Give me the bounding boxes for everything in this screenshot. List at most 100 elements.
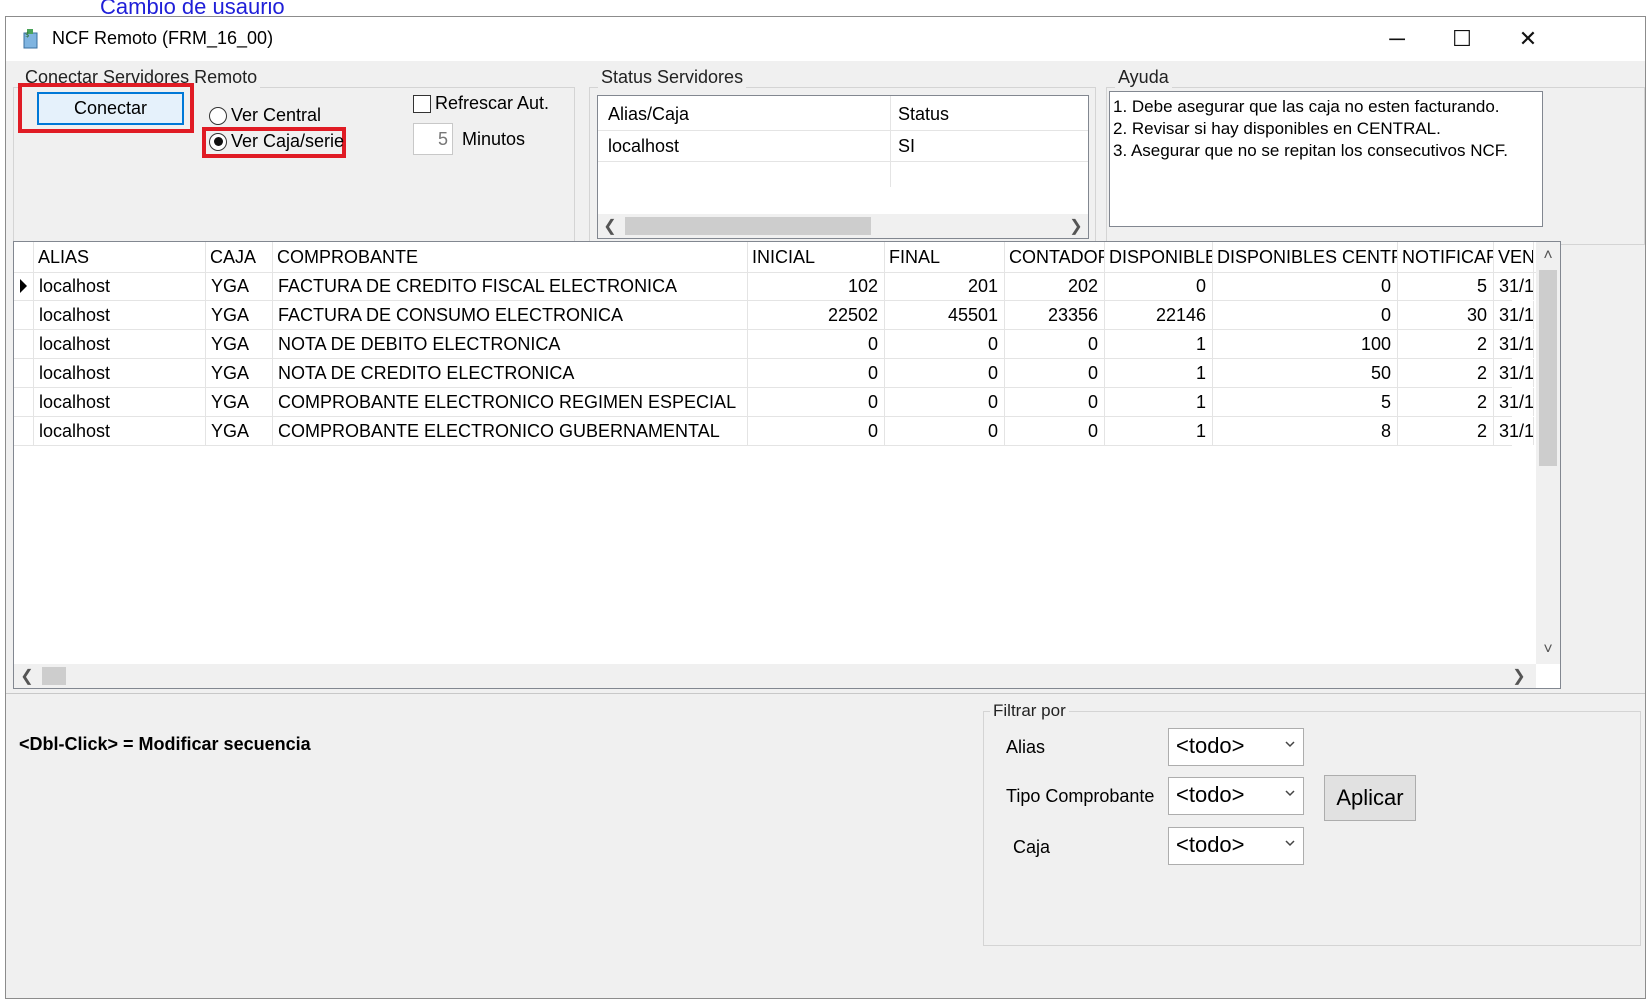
cell-inicial[interactable]: 0: [748, 330, 885, 358]
cell-contador[interactable]: 0: [1005, 417, 1105, 445]
table-row[interactable]: localhost YGA FACTURA DE CREDITO FISCAL EL…: [14, 272, 1534, 301]
row-header[interactable]: [14, 388, 34, 416]
cell-disponibles-central[interactable]: 0: [1213, 272, 1398, 300]
cell-vencimiento[interactable]: 31/1: [1494, 388, 1534, 416]
cell-notificar[interactable]: 2: [1398, 330, 1494, 358]
row-header[interactable]: [14, 301, 34, 329]
grid-vscrollbar[interactable]: ˄ ˅: [1536, 242, 1560, 664]
radio-ver-central-circle[interactable]: [209, 106, 227, 125]
cell-vencimiento[interactable]: 31/1: [1494, 272, 1534, 300]
row-header[interactable]: [14, 359, 34, 387]
cell-disponibles-central[interactable]: 8: [1213, 417, 1398, 445]
cell-inicial[interactable]: 102: [748, 272, 885, 300]
grid-hscroll-thumb[interactable]: [42, 667, 66, 685]
grid-header-comprobante[interactable]: COMPROBANTE: [273, 242, 748, 272]
grid-header-vencimiento[interactable]: VEN: [1494, 242, 1534, 272]
grid-header-contador[interactable]: CONTADOR: [1005, 242, 1105, 272]
cell-alias[interactable]: localhost: [34, 330, 206, 358]
cell-comprobante[interactable]: COMPROBANTE ELECTRONICO GUBERNAMENTAL: [273, 417, 748, 445]
cell-final[interactable]: 0: [885, 417, 1005, 445]
cell-notificar[interactable]: 5: [1398, 272, 1494, 300]
cell-disponibles-central[interactable]: 50: [1213, 359, 1398, 387]
radio-ver-central[interactable]: Ver Central: [209, 105, 321, 126]
cell-inicial[interactable]: 0: [748, 417, 885, 445]
radio-ver-caja-circle[interactable]: [209, 132, 227, 151]
scroll-up-icon[interactable]: ˄: [1536, 244, 1560, 268]
cell-disponibles[interactable]: 1: [1105, 417, 1213, 445]
cell-caja[interactable]: YGA: [206, 388, 273, 416]
status-row-alias-cell[interactable]: localhost: [598, 130, 891, 162]
grid-header-disponibles-central[interactable]: DISPONIBLES CENTRAL: [1213, 242, 1398, 272]
status-servers-list[interactable]: Alias/Caja Status localhost SI ❮ ❯: [597, 95, 1089, 239]
cell-disponibles[interactable]: 1: [1105, 330, 1213, 358]
cell-vencimiento[interactable]: 31/1: [1494, 359, 1534, 387]
cell-comprobante[interactable]: COMPROBANTE ELECTRONICO REGIMEN ESPECIAL: [273, 388, 748, 416]
cell-vencimiento[interactable]: 31/1: [1494, 417, 1534, 445]
connect-button[interactable]: Conectar: [37, 92, 184, 125]
status-hscroll-thumb[interactable]: [625, 217, 871, 235]
grid-header-caja[interactable]: CAJA: [206, 242, 273, 272]
cell-disponibles-central[interactable]: 5: [1213, 388, 1398, 416]
cell-comprobante[interactable]: FACTURA DE CONSUMO ELECTRONICA: [273, 301, 748, 329]
cell-final[interactable]: 0: [885, 388, 1005, 416]
cell-disponibles[interactable]: 22146: [1105, 301, 1213, 329]
cell-comprobante[interactable]: NOTA DE CREDITO ELECTRONICA: [273, 359, 748, 387]
cell-inicial[interactable]: 0: [748, 388, 885, 416]
grid-header-disponibles[interactable]: DISPONIBLES: [1105, 242, 1213, 272]
grid-header-notificar[interactable]: NOTIFICAR: [1398, 242, 1494, 272]
cell-comprobante[interactable]: FACTURA DE CREDITO FISCAL ELECTRONICA: [273, 272, 748, 300]
cell-alias[interactable]: localhost: [34, 272, 206, 300]
refresh-auto-checkbox-row[interactable]: Refrescar Aut.: [413, 93, 549, 114]
cell-disponibles[interactable]: 0: [1105, 272, 1213, 300]
filter-tipo-select[interactable]: <todo>: [1168, 777, 1304, 815]
close-button[interactable]: ✕: [1493, 17, 1563, 61]
cell-final[interactable]: 201: [885, 272, 1005, 300]
minutes-input[interactable]: 5: [413, 123, 453, 155]
grid-hscrollbar[interactable]: ❮ ❯: [14, 664, 1536, 688]
maximize-button[interactable]: ☐: [1427, 17, 1497, 61]
cell-contador[interactable]: 23356: [1005, 301, 1105, 329]
cell-notificar[interactable]: 30: [1398, 301, 1494, 329]
cell-notificar[interactable]: 2: [1398, 388, 1494, 416]
cell-alias[interactable]: localhost: [34, 388, 206, 416]
scroll-right-icon[interactable]: ❯: [1064, 214, 1088, 238]
scroll-left-icon[interactable]: ❮: [598, 214, 622, 238]
grid-header-inicial[interactable]: INICIAL: [748, 242, 885, 272]
cell-caja[interactable]: YGA: [206, 330, 273, 358]
radio-ver-caja-serie[interactable]: Ver Caja/serie: [209, 131, 344, 152]
table-row[interactable]: localhost YGA COMPROBANTE ELECTRONICO REGI…: [14, 388, 1534, 417]
cell-contador[interactable]: 0: [1005, 359, 1105, 387]
filter-alias-select[interactable]: <todo>: [1168, 728, 1304, 766]
refresh-auto-checkbox[interactable]: [413, 94, 431, 113]
cell-disponibles-central[interactable]: 0: [1213, 301, 1398, 329]
table-row[interactable]: localhost YGA COMPROBANTE ELECTRONICO GUBE…: [14, 417, 1534, 446]
cell-final[interactable]: 0: [885, 359, 1005, 387]
row-header[interactable]: [14, 272, 34, 300]
cell-vencimiento[interactable]: 31/1: [1494, 330, 1534, 358]
row-header[interactable]: [14, 330, 34, 358]
table-row[interactable]: localhost YGA NOTA DE DEBITO ELECTRONICA 0 0…: [14, 330, 1534, 359]
cell-disponibles-central[interactable]: 100: [1213, 330, 1398, 358]
cell-final[interactable]: 45501: [885, 301, 1005, 329]
status-header-alias[interactable]: Alias/Caja: [598, 96, 891, 131]
cell-disponibles[interactable]: 1: [1105, 359, 1213, 387]
scroll-down-icon[interactable]: ˅: [1536, 638, 1560, 662]
minimize-button[interactable]: ─: [1362, 17, 1432, 61]
status-header-status[interactable]: Status: [890, 96, 1088, 131]
help-textbox[interactable]: 1. Debe asegurar que las caja no esten f…: [1109, 91, 1543, 227]
cell-alias[interactable]: localhost: [34, 301, 206, 329]
cell-caja[interactable]: YGA: [206, 301, 273, 329]
cell-alias[interactable]: localhost: [34, 417, 206, 445]
cell-contador[interactable]: 0: [1005, 388, 1105, 416]
cell-caja[interactable]: YGA: [206, 272, 273, 300]
cell-caja[interactable]: YGA: [206, 417, 273, 445]
cell-contador[interactable]: 0: [1005, 330, 1105, 358]
status-hscrollbar[interactable]: ❮ ❯: [598, 214, 1088, 238]
cell-caja[interactable]: YGA: [206, 359, 273, 387]
grid-vscroll-thumb[interactable]: [1539, 270, 1557, 466]
ncf-grid[interactable]: ALIAS CAJA COMPROBANTE INICIAL FINAL CON…: [13, 241, 1561, 689]
table-row[interactable]: localhost YGA FACTURA DE CONSUMO ELECTRONI…: [14, 301, 1534, 330]
row-header[interactable]: [14, 417, 34, 445]
cell-notificar[interactable]: 2: [1398, 417, 1494, 445]
cell-comprobante[interactable]: NOTA DE DEBITO ELECTRONICA: [273, 330, 748, 358]
